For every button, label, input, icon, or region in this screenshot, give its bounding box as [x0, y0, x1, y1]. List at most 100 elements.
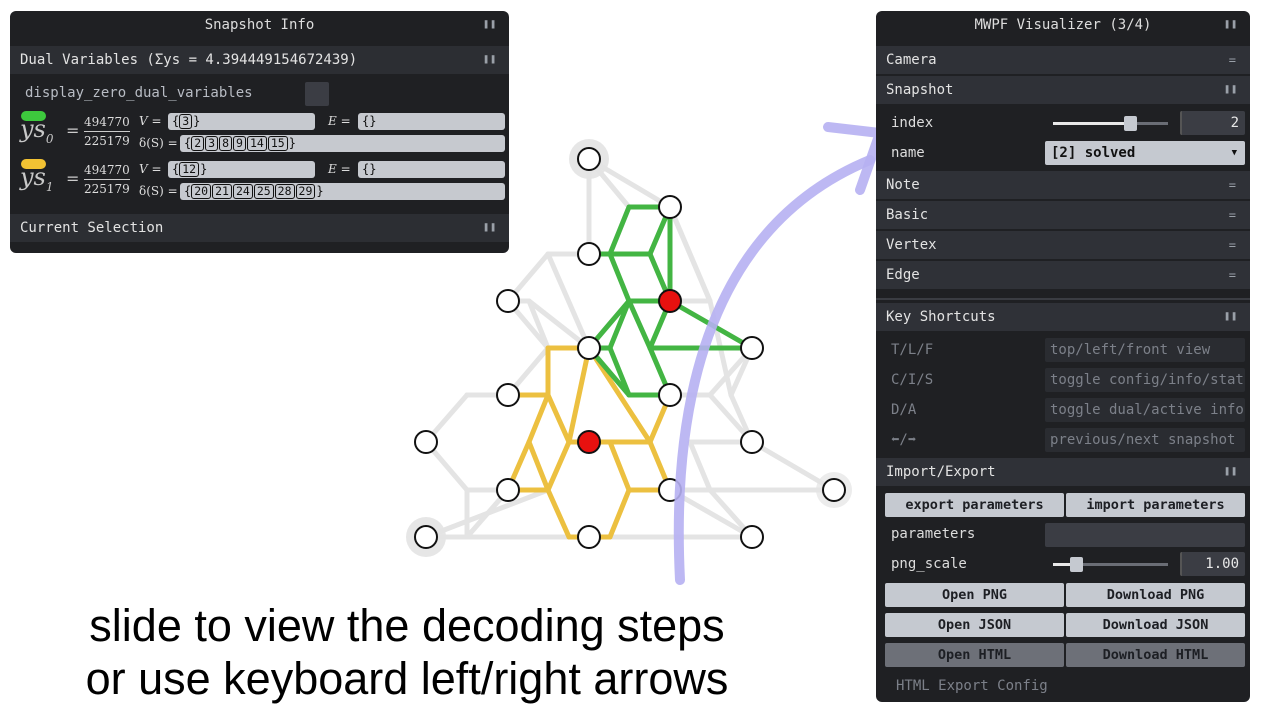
defect-vertex[interactable]: [577, 430, 601, 454]
display-zero-checkbox[interactable]: [305, 82, 329, 106]
graph-edge-dual-1[interactable]: [545, 487, 572, 540]
graph-edge[interactable]: [687, 439, 713, 493]
graph-edge-dual-1[interactable]: [545, 439, 572, 493]
camera-section[interactable]: Camera =: [876, 46, 1250, 74]
graph-vertex[interactable]: [414, 430, 438, 454]
chevron-down-icon: ▼: [1231, 148, 1237, 158]
snapshot-info-title[interactable]: Snapshot Info ❚❚: [10, 11, 509, 39]
e-field[interactable]: {}: [358, 113, 505, 130]
graph-vertex[interactable]: [740, 525, 764, 549]
html-export-config-row[interactable]: HTML Export Config: [876, 671, 1250, 701]
graph-vertex[interactable]: [496, 289, 520, 313]
expand-icon[interactable]: =: [1229, 171, 1236, 199]
parameters-input[interactable]: [1045, 523, 1245, 547]
open-html-button[interactable]: Open HTML: [885, 643, 1064, 667]
collapse-icon[interactable]: ❚❚: [1224, 11, 1238, 39]
v-label-text: V: [139, 162, 148, 176]
index-input[interactable]: 2: [1180, 111, 1245, 135]
png-scale-input[interactable]: 1.00: [1180, 552, 1245, 576]
graph-edge[interactable]: [667, 204, 713, 304]
graph-vertex[interactable]: [658, 383, 682, 407]
graph-edge-dual-0[interactable]: [607, 251, 632, 304]
slide-arrow: [673, 155, 875, 585]
expand-icon[interactable]: =: [1229, 46, 1236, 74]
graph-vertex[interactable]: [740, 336, 764, 360]
button-label: Download JSON: [1102, 617, 1209, 633]
collapse-icon[interactable]: ❚❚: [1224, 303, 1238, 331]
vertex-section[interactable]: Vertex =: [876, 231, 1250, 259]
graph-vertex[interactable]: [496, 478, 520, 502]
download-html-button[interactable]: Download HTML: [1066, 643, 1245, 667]
graph-vertex[interactable]: [577, 147, 601, 171]
graph-edge-dual-1[interactable]: [566, 345, 592, 445]
dual-subscript: 0: [45, 131, 54, 146]
collapse-icon[interactable]: ❚❚: [1224, 76, 1238, 104]
name-select[interactable]: [2] solved ▼: [1045, 141, 1245, 165]
basic-section[interactable]: Basic =: [876, 201, 1250, 229]
key-shortcuts-section[interactable]: Key Shortcuts ❚❚: [876, 303, 1250, 331]
expand-icon[interactable]: =: [1229, 261, 1236, 289]
snapshot-section[interactable]: Snapshot ❚❚: [876, 76, 1250, 104]
graph-edge[interactable]: [749, 439, 837, 493]
png-scale-slider-thumb[interactable]: [1070, 557, 1083, 572]
export-parameters-button[interactable]: export parameters: [885, 493, 1064, 517]
v-label: V =: [139, 114, 162, 128]
graph-edge-dual-0[interactable]: [607, 298, 632, 351]
graph-edge-dual-0[interactable]: [607, 204, 632, 257]
collapse-icon[interactable]: ❚❚: [483, 46, 497, 74]
note-section[interactable]: Note =: [876, 171, 1250, 199]
delta-edge-box: 3: [205, 136, 219, 151]
delta-field[interactable]: {2 3 8 9 14 15}: [180, 135, 505, 152]
download-png-button[interactable]: Download PNG: [1066, 583, 1245, 607]
graph-edge-dual-1[interactable]: [607, 439, 632, 493]
collapse-icon[interactable]: ❚❚: [483, 214, 497, 242]
graph-edge-dual-1[interactable]: [526, 439, 551, 493]
expand-icon[interactable]: =: [1229, 231, 1236, 259]
graph-vertex[interactable]: [822, 478, 846, 502]
collapse-icon[interactable]: ❚❚: [483, 11, 497, 39]
delta-edge-box: 25: [253, 184, 274, 199]
graph-vertex[interactable]: [577, 336, 601, 360]
v-field[interactable]: {12}: [168, 161, 315, 178]
index-slider-thumb[interactable]: [1124, 116, 1138, 131]
panel-title: Snapshot Info: [204, 17, 315, 33]
e-field[interactable]: {}: [358, 161, 505, 178]
edge-section[interactable]: Edge =: [876, 261, 1250, 289]
open-json-button[interactable]: Open JSON: [885, 613, 1064, 637]
graph-vertex[interactable]: [577, 242, 601, 266]
dual-variables-header[interactable]: Dual Variables (Σys = 4.394449154672439)…: [10, 46, 509, 74]
delta-field[interactable]: {20 21 24 25 28 29}: [180, 183, 505, 200]
dual-symbol-text: ys: [20, 115, 46, 143]
vertex-label: Vertex: [886, 237, 937, 253]
current-selection-header[interactable]: Current Selection ❚❚: [10, 214, 509, 242]
dual-symbol-text: ys: [20, 163, 46, 191]
graph-vertex[interactable]: [740, 430, 764, 454]
html-export-config-label: HTML Export Config: [896, 678, 1048, 694]
fraction-numerator: 494770: [84, 113, 130, 132]
caption-line-2: or use keyboard left/right arrows: [0, 653, 814, 705]
edge-label: Edge: [886, 267, 920, 283]
collapse-icon[interactable]: ❚❚: [1224, 458, 1238, 486]
shortcut-description: previous/next snapshot: [1045, 428, 1245, 452]
graph-edge-dual-1[interactable]: [607, 487, 632, 540]
graph-vertex[interactable]: [658, 195, 682, 219]
graph-vertex[interactable]: [577, 525, 601, 549]
button-label: Open JSON: [937, 617, 1012, 633]
graph-vertex[interactable]: [496, 383, 520, 407]
defect-vertex[interactable]: [658, 289, 682, 313]
e-label: E =: [328, 114, 351, 128]
import-parameters-button[interactable]: import parameters: [1066, 493, 1245, 517]
visualizer-title-bar[interactable]: MWPF Visualizer (3/4) ❚❚: [876, 11, 1250, 39]
graph-edge-dual-1[interactable]: [545, 392, 572, 445]
v-field[interactable]: {3}: [168, 113, 315, 130]
import-export-section[interactable]: Import/Export ❚❚: [876, 458, 1250, 486]
graph-edge[interactable]: [586, 156, 673, 210]
dual-symbol: ys0: [20, 115, 54, 146]
graph-vertex[interactable]: [414, 525, 438, 549]
graph-edge-dual-0[interactable]: [626, 298, 653, 351]
e-label-text: E: [328, 162, 337, 176]
download-json-button[interactable]: Download JSON: [1066, 613, 1245, 637]
graph-edge-dual-1[interactable]: [526, 392, 551, 445]
expand-icon[interactable]: =: [1229, 201, 1236, 229]
open-png-button[interactable]: Open PNG: [885, 583, 1064, 607]
